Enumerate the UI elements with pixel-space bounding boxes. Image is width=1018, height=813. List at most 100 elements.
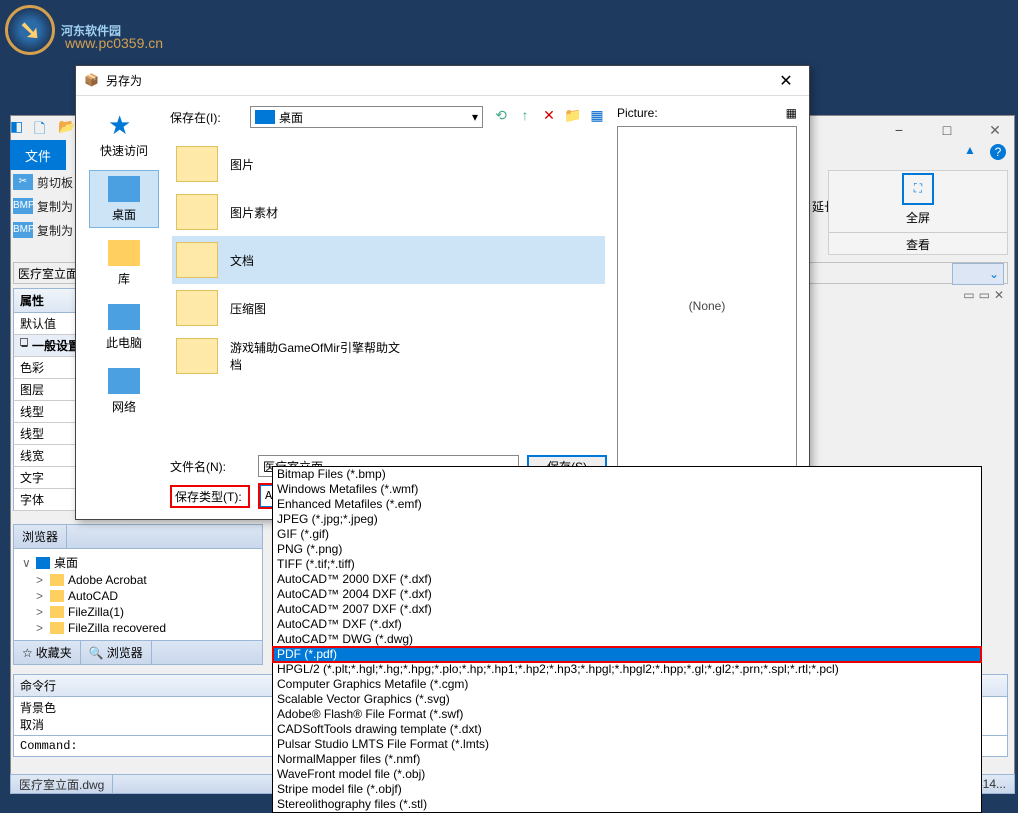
- dropdown-option[interactable]: Adobe® Flash® File Format (*.swf): [273, 707, 981, 722]
- network-icon: [108, 368, 140, 394]
- dropdown-option[interactable]: AutoCAD™ 2004 DXF (*.dxf): [273, 587, 981, 602]
- dropdown-option[interactable]: CADSoftTools drawing template (*.dxt): [273, 722, 981, 737]
- maximize-button[interactable]: □: [929, 118, 965, 142]
- collapse-ribbon-icon[interactable]: ▲: [964, 143, 982, 161]
- chevron-down-icon[interactable]: ▾: [472, 110, 478, 124]
- expand-icon[interactable]: >: [36, 621, 46, 635]
- place-network[interactable]: 网络: [89, 362, 159, 420]
- dropdown-option[interactable]: AutoCAD™ 2007 DXF (*.dxf): [273, 602, 981, 617]
- save-as-dialog: 📦 另存为 ✕ ★快速访问 桌面 库 此电脑 网络 保存在(I): 桌面 ▾ ⟲…: [75, 65, 810, 520]
- new-folder-icon[interactable]: 📁: [563, 107, 583, 127]
- folder-icon: [50, 622, 64, 634]
- dropdown-option[interactable]: Bitmap Files (*.bmp): [273, 467, 981, 482]
- collapse-box-icon: −: [20, 338, 28, 346]
- favorites-tab[interactable]: ☆收藏夹: [14, 641, 81, 664]
- file-list[interactable]: 图片 图片素材 文档 压缩图 游戏辅助GameOfMir引擎帮助文档: [170, 138, 607, 447]
- expand-icon[interactable]: >: [36, 573, 46, 587]
- file-item[interactable]: 图片素材: [172, 188, 605, 236]
- dropdown-option[interactable]: PDF (*.pdf): [273, 647, 981, 662]
- look-in-combo[interactable]: 桌面 ▾: [250, 106, 483, 128]
- new-icon[interactable]: 🗋: [34, 118, 52, 136]
- folder-icon: [176, 242, 218, 278]
- dropdown-option[interactable]: Enhanced Metafiles (*.emf): [273, 497, 981, 512]
- dropdown-option[interactable]: AutoCAD™ DXF (*.dxf): [273, 617, 981, 632]
- help-icon[interactable]: ?: [990, 144, 1006, 160]
- quick-access-toolbar: ◧ 🗋 📂: [10, 118, 76, 136]
- place-quick-access[interactable]: ★快速访问: [89, 106, 159, 164]
- dock2-icon[interactable]: ▭: [979, 288, 990, 302]
- dropdown-option[interactable]: NormalMapper files (*.nmf): [273, 752, 981, 767]
- view-ribbon-group: ⛶ 全屏 查看: [828, 170, 1008, 255]
- browser-panel: 浏览器 ∨桌面 >Adobe Acrobat >AutoCAD >FileZil…: [13, 524, 263, 665]
- document-tab[interactable]: 医疗室立面: [18, 265, 78, 282]
- dropdown-option[interactable]: Stripe model file (*.objf): [273, 782, 981, 797]
- expand-icon[interactable]: >: [36, 589, 46, 603]
- dropdown-option[interactable]: HPGL/2 (*.plt;*.hgl;*.hg;*.hpg;*.plo;*.h…: [273, 662, 981, 677]
- watermark-icon: ➘: [5, 5, 55, 55]
- tree-item[interactable]: >Adobe Acrobat: [18, 572, 258, 588]
- tree-item[interactable]: >FileZilla(1): [18, 604, 258, 620]
- dropdown-option[interactable]: PNG (*.png): [273, 542, 981, 557]
- place-libraries[interactable]: 库: [89, 234, 159, 292]
- window-close-button[interactable]: ✕: [977, 118, 1013, 142]
- delete-icon[interactable]: ✕: [539, 107, 559, 127]
- minimize-button[interactable]: −: [881, 118, 917, 142]
- dropdown-option[interactable]: TIFF (*.tif;*.tiff): [273, 557, 981, 572]
- browser-tab[interactable]: 🔍浏览器: [81, 641, 152, 664]
- tree-root-desktop[interactable]: ∨桌面: [18, 553, 258, 572]
- bmp-icon: BMP: [13, 222, 33, 238]
- dropdown-option[interactable]: Computer Graphics Metafile (*.cgm): [273, 677, 981, 692]
- file-item[interactable]: 压缩图: [172, 284, 605, 332]
- computer-icon: [108, 304, 140, 330]
- save-type-dropdown[interactable]: Bitmap Files (*.bmp)Windows Metafiles (*…: [272, 466, 982, 813]
- tree-item[interactable]: >AutoCAD: [18, 588, 258, 604]
- ribbon-help-area: ▲ ?: [964, 143, 1006, 161]
- copy-bmp-action-1[interactable]: BMP复制为: [13, 194, 73, 218]
- folder-icon: [176, 290, 218, 326]
- cut-action[interactable]: ✂剪切板: [13, 170, 73, 194]
- dropdown-option[interactable]: AutoCAD™ 2000 DXF (*.dxf): [273, 572, 981, 587]
- dropdown-option[interactable]: WaveFront model file (*.obj): [273, 767, 981, 782]
- dialog-close-button[interactable]: ✕: [771, 71, 801, 91]
- star-icon: ★: [108, 112, 140, 138]
- dropdown-option[interactable]: Scalable Vector Graphics (*.svg): [273, 692, 981, 707]
- back-icon[interactable]: ⟲: [491, 107, 511, 127]
- dropdown-option[interactable]: JPEG (*.jpg;*.jpeg): [273, 512, 981, 527]
- dropdown-option[interactable]: GIF (*.gif): [273, 527, 981, 542]
- ribbon-file-tab[interactable]: 文件: [10, 140, 66, 170]
- place-this-pc[interactable]: 此电脑: [89, 298, 159, 356]
- dropdown-option[interactable]: Stereolithography files (*.stl): [273, 797, 981, 812]
- folder-icon: [176, 146, 218, 182]
- view-group-label: 查看: [829, 232, 1007, 253]
- expand-icon[interactable]: ∨: [22, 556, 32, 570]
- browser-tree[interactable]: ∨桌面 >Adobe Acrobat >AutoCAD >FileZilla(1…: [14, 549, 262, 640]
- filename-label: 文件名(N):: [170, 458, 250, 475]
- library-icon: [108, 240, 140, 266]
- copy-bmp-action-2[interactable]: BMP复制为: [13, 218, 73, 242]
- place-desktop[interactable]: 桌面: [89, 170, 159, 228]
- dropdown-option[interactable]: Pulsar Studio LMTS File Format (*.lmts): [273, 737, 981, 752]
- dropdown-option[interactable]: AutoCAD™ DWG (*.dwg): [273, 632, 981, 647]
- look-in-row: 保存在(I): 桌面 ▾ ⟲ ↑ ✕ 📁 ▦: [170, 106, 607, 128]
- right-panel-toggle[interactable]: ⌄: [952, 263, 1004, 285]
- left-action-panel: ✂剪切板 BMP复制为 BMP复制为: [13, 170, 73, 242]
- panel-close-icon[interactable]: ✕: [994, 288, 1004, 302]
- fullscreen-icon[interactable]: ⛶: [902, 173, 934, 205]
- desktop-icon: [255, 110, 275, 124]
- view-menu-icon[interactable]: ▦: [587, 107, 607, 127]
- file-item[interactable]: 游戏辅助GameOfMir引擎帮助文档: [172, 332, 605, 380]
- dropdown-option[interactable]: Windows Metafiles (*.wmf): [273, 482, 981, 497]
- open-icon[interactable]: 📂: [58, 118, 76, 136]
- preview-box: (None): [617, 126, 797, 486]
- dock1-icon[interactable]: ▭: [963, 288, 974, 302]
- preview-pane: Picture: ▦ (None): [617, 106, 797, 509]
- folder-icon: [176, 194, 218, 230]
- expand-icon[interactable]: >: [36, 605, 46, 619]
- scissors-icon: ✂: [13, 174, 33, 190]
- tree-item[interactable]: >FileZilla recovered: [18, 620, 258, 636]
- preview-menu-icon[interactable]: ▦: [786, 106, 797, 120]
- file-item-selected[interactable]: 文档: [172, 236, 605, 284]
- up-icon[interactable]: ↑: [515, 107, 535, 127]
- file-item[interactable]: 图片: [172, 140, 605, 188]
- look-in-label: 保存在(I):: [170, 109, 242, 126]
